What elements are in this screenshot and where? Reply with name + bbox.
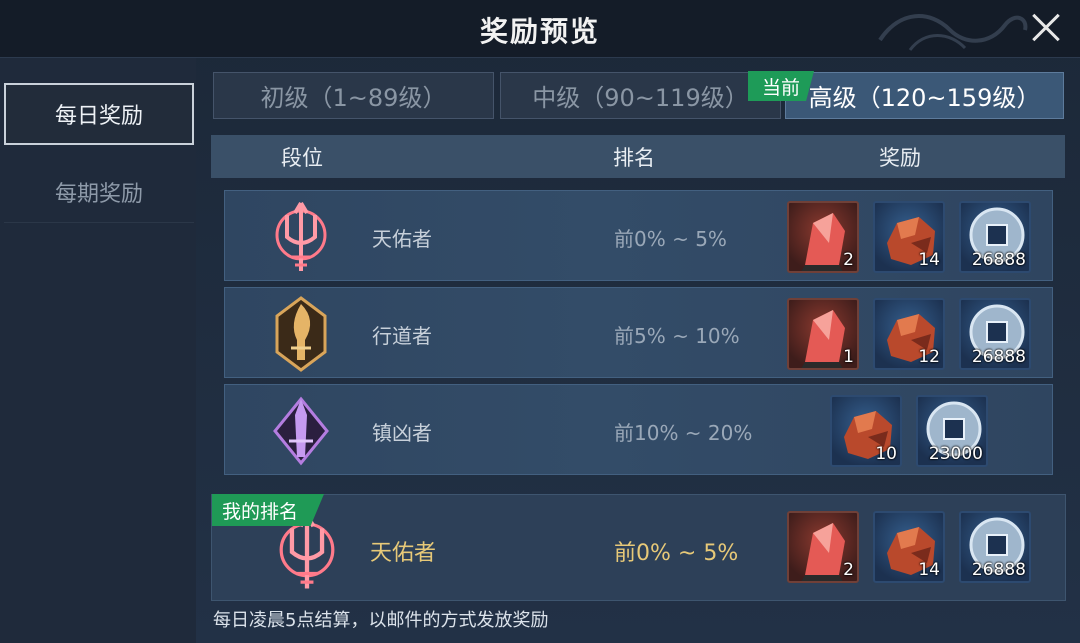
rank-name: 天佑者	[372, 227, 432, 251]
reward-item[interactable]: 2	[787, 511, 859, 583]
purple-sword-emblem-icon	[273, 396, 329, 466]
rank-name: 行道者	[372, 324, 432, 348]
current-tag: 当前	[748, 71, 814, 101]
reward-preview-window: 奖励预览 每日奖励 每期奖励 初级（1~89级） 中级（90~119级） 高级（…	[0, 0, 1080, 643]
reward-item[interactable]: 14	[873, 201, 945, 273]
my-rank-range: 前0% ~ 5%	[614, 541, 739, 566]
reward-item[interactable]: 14	[873, 511, 945, 583]
item-count: 14	[918, 250, 940, 270]
item-count: 12	[918, 347, 940, 367]
header-reward: 奖励	[879, 145, 921, 170]
item-count: 2	[843, 560, 854, 580]
sidebar: 每日奖励 每期奖励	[0, 58, 196, 643]
table-header: 段位 排名 奖励	[211, 135, 1065, 178]
close-icon[interactable]	[1024, 8, 1068, 48]
header-rank-tier: 段位	[281, 145, 323, 170]
reward-item[interactable]: 1	[787, 298, 859, 370]
rank-range: 前5% ~ 10%	[614, 324, 740, 348]
my-rank-name: 天佑者	[370, 541, 437, 566]
header-ranking: 排名	[613, 145, 655, 170]
reward-item[interactable]: 26888	[959, 511, 1031, 583]
reward-item[interactable]: 2	[787, 201, 859, 273]
table-row: 行道者 前5% ~ 10% 1 12 26888	[224, 287, 1053, 378]
tab-junior[interactable]: 初级（1~89级）	[213, 72, 494, 119]
item-count: 26888	[971, 347, 1026, 367]
tab-intermediate[interactable]: 中级（90~119级）	[500, 72, 781, 119]
flame-blade-emblem-icon	[275, 296, 327, 372]
sidebar-item-daily-reward[interactable]: 每日奖励	[4, 83, 194, 145]
item-count: 14	[918, 560, 940, 580]
settlement-note: 每日凌晨5点结算，以邮件的方式发放奖励	[213, 610, 549, 631]
reward-item[interactable]: 23000	[916, 395, 988, 467]
table-row: 镇凶者 前10% ~ 20% 10 23000	[224, 384, 1053, 475]
sidebar-item-period-reward[interactable]: 每期奖励	[4, 161, 194, 223]
reward-item[interactable]: 26888	[959, 298, 1031, 370]
reward-item[interactable]: 12	[873, 298, 945, 370]
my-rank-row: 天佑者 前0% ~ 5% 2 14 26888	[211, 494, 1066, 601]
page-title: 奖励预览	[479, 15, 600, 48]
my-rank-tag: 我的排名	[212, 494, 324, 526]
item-count: 2	[843, 250, 854, 270]
tab-senior[interactable]: 高级（120~159级）	[785, 72, 1064, 119]
item-count: 26888	[971, 250, 1026, 270]
reward-item[interactable]: 10	[830, 395, 902, 467]
reward-item[interactable]: 26888	[959, 201, 1031, 273]
item-count: 10	[875, 444, 897, 464]
trident-emblem-icon	[275, 201, 327, 271]
item-count: 26888	[971, 560, 1026, 580]
rank-range: 前10% ~ 20%	[614, 421, 753, 445]
header-bar: 奖励预览	[0, 0, 1080, 58]
rank-name: 镇凶者	[372, 421, 432, 445]
rank-range: 前0% ~ 5%	[614, 227, 727, 251]
item-count: 23000	[928, 444, 983, 464]
table-row: 天佑者 前0% ~ 5% 2 14 26888	[224, 190, 1053, 281]
item-count: 1	[843, 347, 854, 367]
